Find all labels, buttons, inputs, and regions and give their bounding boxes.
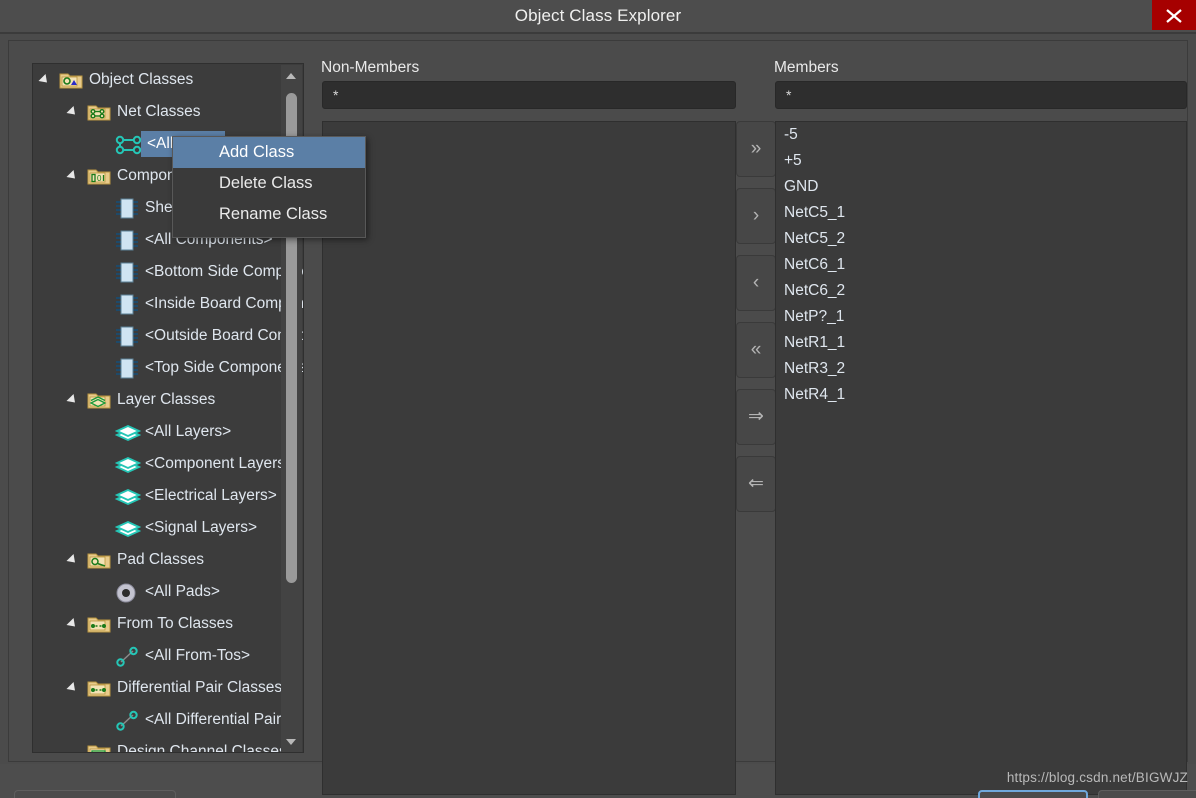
tree-item-label: <All Pads> (145, 583, 220, 600)
tree-item[interactable]: Design Channel Classes (33, 736, 287, 752)
tree-item[interactable]: <All Pads> (33, 576, 281, 608)
member-list-item[interactable]: NetC6_2 (776, 278, 1186, 304)
cancel-button[interactable] (1098, 790, 1196, 798)
scroll-up-arrow-icon[interactable] (281, 65, 302, 86)
tree-item-label: Pad Classes (117, 551, 205, 568)
member-list-item[interactable]: NetR4_1 (776, 382, 1186, 408)
member-list-item[interactable]: NetC5_1 (776, 200, 1186, 226)
tree-item-label: Layer Classes (117, 391, 216, 408)
member-list-item[interactable]: NetP?_1 (776, 304, 1186, 330)
tree-item-label: From To Classes (117, 615, 233, 632)
folder-design-channel-classes-icon (87, 742, 111, 752)
tree-item-label: <Component Layers> (145, 455, 295, 472)
expand-collapse-twisty-icon[interactable] (66, 553, 79, 567)
footer-left-button[interactable] (14, 790, 176, 798)
scroll-down-arrow-icon[interactable] (281, 732, 302, 752)
tree-item[interactable]: From To Classes (33, 608, 281, 640)
close-icon (1166, 9, 1182, 23)
expand-collapse-twisty-icon[interactable] (66, 169, 79, 183)
tree-item-label: <All Layers> (145, 423, 232, 440)
members-list[interactable]: -5 +5 GND NetC5_1 NetC5_2 NetC6_1 NetC6_2 NetP?… (775, 121, 1187, 795)
members-filter-input[interactable] (775, 81, 1187, 109)
member-list-item[interactable]: GND (776, 174, 1186, 200)
expand-collapse-twisty-icon[interactable] (38, 73, 51, 87)
non-members-filter-input[interactable] (322, 81, 736, 109)
member-list-item[interactable]: NetC5_2 (776, 226, 1186, 252)
move-left-button[interactable]: ‹ (736, 255, 776, 311)
tree-item[interactable]: Pad Classes (33, 544, 281, 576)
move-selected-right-button[interactable]: ⇒ (736, 389, 776, 445)
tree-item-label: <All From-Tos> (145, 647, 251, 664)
expand-collapse-twisty-icon[interactable] (66, 105, 79, 119)
member-list-item[interactable]: NetR1_1 (776, 330, 1186, 356)
move-right-button[interactable]: › (736, 188, 776, 244)
object-class-explorer-dialog: Object Class Explorer Object Classes Net … (0, 0, 1196, 798)
tree-item[interactable]: Differential Pair Classes (33, 672, 283, 704)
tree-item[interactable]: <All From-Tos> (33, 640, 281, 672)
move-all-left-button[interactable]: « (736, 322, 776, 378)
tree-context-menu[interactable]: Add Class Delete Class Rename Class (172, 136, 366, 238)
tree-item-label: <All Differential Pairs> (145, 711, 299, 728)
tree-item[interactable]: <Top Side Components> (33, 352, 303, 384)
member-list-item[interactable]: NetR3_2 (776, 356, 1186, 382)
tree-item[interactable]: Net Classes (33, 96, 281, 128)
tree-item[interactable]: <Component Layers> (33, 448, 294, 480)
tree-item-label: Differential Pair Classes (117, 679, 283, 696)
tree-item-label: <Electrical Layers> (145, 487, 277, 504)
tree-item-label: Object Classes (89, 71, 194, 88)
tree-item[interactable]: Layer Classes (33, 384, 281, 416)
tree-item[interactable]: <Signal Layers> (33, 512, 281, 544)
expand-collapse-twisty-icon[interactable] (66, 393, 79, 407)
expand-collapse-twisty-icon[interactable] (66, 681, 79, 695)
member-list-item[interactable]: -5 (776, 122, 1186, 148)
non-members-label: Non-Members (321, 59, 420, 76)
watermark-text: https://blog.csdn.net/BIGWJZ (1006, 770, 1188, 785)
non-members-list[interactable] (322, 121, 736, 795)
members-label: Members (774, 59, 839, 76)
window-title: Object Class Explorer (514, 6, 682, 25)
context-menu-item[interactable]: Rename Class (173, 199, 365, 230)
context-menu-item[interactable]: Delete Class (173, 168, 365, 199)
tree-item[interactable]: <Outside Board Components> (33, 320, 303, 352)
transfer-button-column: » › ‹ « ⇒ ⇐ (736, 121, 776, 541)
tree-item[interactable]: <All Layers> (33, 416, 281, 448)
move-selected-left-button[interactable]: ⇐ (736, 456, 776, 512)
tree-item-label: <Signal Layers> (145, 519, 258, 536)
move-all-right-button[interactable]: » (736, 121, 776, 177)
ok-button[interactable] (978, 790, 1088, 798)
tree-item[interactable]: Object Classes (33, 64, 281, 96)
expand-collapse-twisty-icon[interactable] (66, 617, 79, 631)
member-list-item[interactable]: +5 (776, 148, 1186, 174)
tree-item[interactable]: <Electrical Layers> (33, 480, 281, 512)
tree-item[interactable]: <Inside Board Components> (33, 288, 303, 320)
tree-item-label: Design Channel Classes (117, 743, 287, 753)
title-bar: Object Class Explorer (0, 0, 1196, 32)
member-list-item[interactable]: NetC6_1 (776, 252, 1186, 278)
tree-item[interactable]: <Bottom Side Components> (33, 256, 303, 288)
tree-item[interactable]: <All Differential Pairs> (33, 704, 298, 736)
close-button[interactable] (1152, 0, 1196, 30)
tree-item-label: Net Classes (117, 103, 201, 120)
context-menu-item[interactable]: Add Class (173, 137, 365, 168)
svg-text:0: 0 (97, 174, 102, 183)
